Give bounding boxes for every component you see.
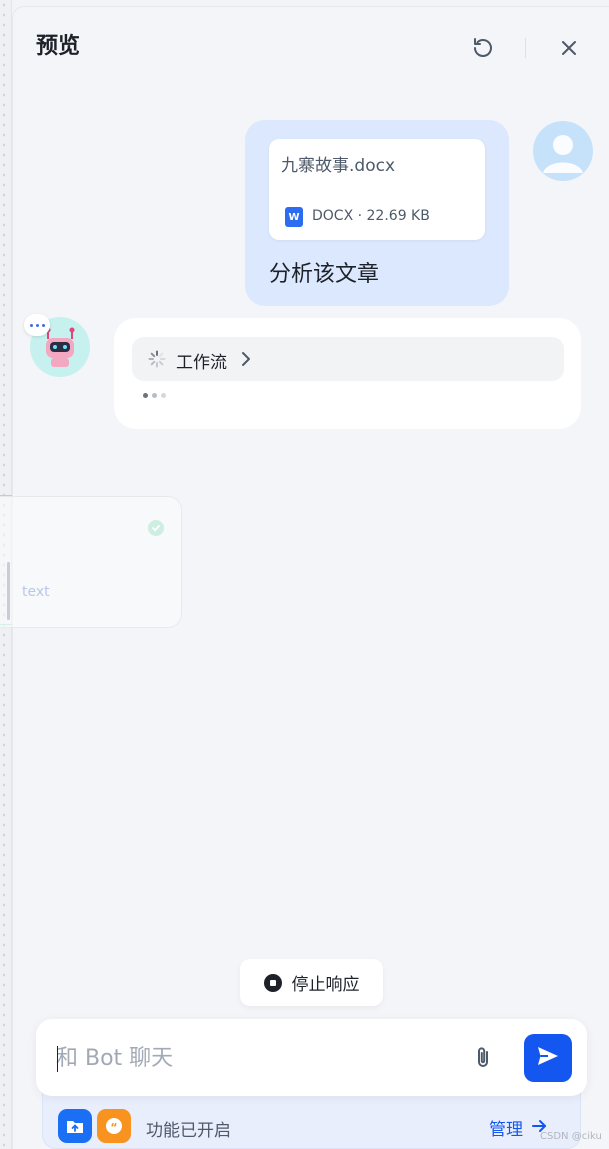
send-button[interactable] <box>524 1034 572 1082</box>
user-avatar <box>533 121 593 181</box>
file-meta: DOCX · 22.69 KB <box>312 208 430 224</box>
workflow-label: 工作流 <box>176 353 227 373</box>
quote-icon[interactable]: “ <box>97 1109 131 1143</box>
manage-label: 管理 <box>489 1120 523 1140</box>
file-attachment-card[interactable]: 九寨故事.docx W DOCX · 22.69 KB <box>269 139 485 240</box>
chevron-right-icon <box>240 351 252 371</box>
manage-link[interactable]: 管理 <box>489 1115 547 1140</box>
send-icon <box>536 1045 560 1071</box>
stop-response-label: 停止响应 <box>291 975 360 995</box>
loading-spinner-icon <box>148 350 166 372</box>
file-name: 九寨故事.docx <box>281 156 396 176</box>
canvas-node-handle <box>7 562 10 620</box>
close-icon[interactable] <box>554 33 584 63</box>
canvas-node-label: text <box>22 584 50 600</box>
chat-input[interactable] <box>56 1041 456 1075</box>
text-caret <box>57 1046 58 1072</box>
panel-title: 预览 <box>36 34 81 59</box>
paperclip-icon[interactable] <box>468 1043 498 1073</box>
user-message-text: 分析该文章 <box>269 262 380 287</box>
chat-composer <box>36 1019 587 1096</box>
more-icon[interactable] <box>24 314 50 336</box>
reset-icon[interactable] <box>468 33 498 63</box>
check-icon <box>148 520 164 536</box>
watermark: CSDN @ciku <box>540 1131 602 1142</box>
upload-folder-icon[interactable] <box>58 1109 92 1143</box>
header-divider <box>525 38 526 58</box>
stop-response-button[interactable]: 停止响应 <box>240 959 383 1006</box>
stop-icon <box>263 973 282 992</box>
word-doc-icon: W <box>285 207 303 227</box>
workflow-step-chip[interactable]: 工作流 <box>132 337 564 381</box>
svg-text:“: “ <box>110 1121 117 1134</box>
feature-bar: “ 功能已开启 管理 <box>42 1090 581 1149</box>
canvas-node-ghost <box>0 496 182 628</box>
features-status-label: 功能已开启 <box>146 1121 231 1141</box>
typing-indicator <box>143 393 166 398</box>
